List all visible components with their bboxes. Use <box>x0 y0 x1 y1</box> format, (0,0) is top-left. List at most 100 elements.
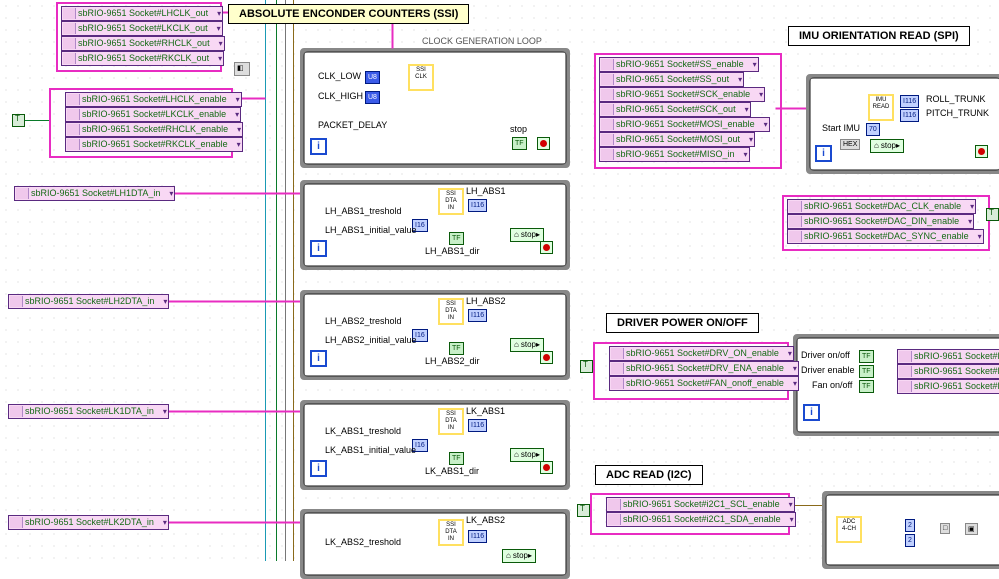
u8-low: U8 <box>365 71 380 84</box>
adc-node-1: □ <box>940 523 950 534</box>
loop-stop-imu[interactable] <box>975 145 988 158</box>
label-lk-abs2: LK_ABS2 <box>466 515 505 525</box>
section-title-ssi: ABSOLUTE ENCONDER COUNTERS (SSI) <box>228 4 469 24</box>
imu-read-subvi[interactable]: IMU READ <box>868 94 894 121</box>
label-lh2-dir: LH_ABS2_dir <box>425 356 480 366</box>
io-rkclk-out[interactable]: sbRIO-9651 Socket#RKCLK_out <box>61 51 224 66</box>
io-lkclk-out[interactable]: sbRIO-9651 Socket#LKCLK_out <box>61 21 223 36</box>
bool-true-1 <box>12 114 25 127</box>
label-clk-high: CLK_HIGH <box>318 91 363 101</box>
io-fan[interactable]: sbRIO-9651 Socket#FAN_onoff_enable <box>609 376 799 391</box>
io-miso-in[interactable]: sbRIO-9651 Socket#MISO_in <box>599 147 750 162</box>
iter-clk: i <box>310 138 327 155</box>
label-clk-low: CLK_LOW <box>318 71 361 81</box>
label-lk2-th: LK_ABS2_treshold <box>325 537 401 547</box>
loop-stop-lh2[interactable] <box>540 351 553 364</box>
u8-high: U8 <box>365 91 380 104</box>
label-lh-abs1: LH_ABS1 <box>466 186 506 196</box>
io-lk2dta-in[interactable]: sbRIO-9651 Socket#LK2DTA_in <box>8 515 169 530</box>
stop-lh2[interactable]: stop▸ <box>510 338 544 352</box>
iter-lh1: i <box>310 240 327 257</box>
label-packet-delay: PACKET_DELAY <box>318 120 387 130</box>
io-i2c-sda[interactable]: sbRIO-9651 Socket#i2C1_SDA_enable <box>606 512 796 527</box>
io-i2c-scl[interactable]: sbRIO-9651 Socket#i2C1_SCL_enable <box>606 497 795 512</box>
section-title-driver: DRIVER POWER ON/OFF <box>606 313 759 333</box>
iter-imu: i <box>815 145 832 162</box>
ssi-clk-subvi[interactable]: SSI CLK <box>408 64 434 91</box>
loop-stop-clk[interactable] <box>537 137 550 150</box>
section-title-imu: IMU ORIENTATION READ (SPI) <box>788 26 970 46</box>
imu-70: 70 <box>866 123 880 136</box>
adc-4ch-subvi: ADC 4-CH <box>836 516 862 543</box>
lk1-i116: I116 <box>468 419 487 432</box>
bool-true-drv <box>580 360 593 373</box>
io-lh2dta-in[interactable]: sbRIO-9651 Socket#LH2DTA_in <box>8 294 169 309</box>
label-drv-on: Driver on/off <box>801 350 850 360</box>
io-lhclk-enable[interactable]: sbRIO-9651 Socket#LHCLK_enable <box>65 92 242 107</box>
label-lk1-th: LK_ABS1_treshold <box>325 426 401 436</box>
iter-lk1: i <box>310 460 327 477</box>
stop-imu[interactable]: stop▸ <box>870 139 904 153</box>
lh1-i116: I116 <box>468 199 487 212</box>
io-lh1dta-in[interactable]: sbRIO-9651 Socket#LH1DTA_in <box>14 186 175 201</box>
io-ss-out[interactable]: sbRIO-9651 Socket#SS_out <box>599 72 744 87</box>
ssi-dta-in-2[interactable]: SSI DTA IN <box>438 298 464 325</box>
label-drv-en: Driver enable <box>801 365 855 375</box>
drv-on-tf: TF <box>859 350 874 363</box>
label-roll: ROLL_TRUNK <box>926 94 986 104</box>
lh2-i116: I116 <box>468 309 487 322</box>
label-fan: Fan on/off <box>812 380 852 390</box>
bool-true-i2c <box>577 504 590 517</box>
adc-two-a: 2 <box>905 519 915 532</box>
drv-en-tf: TF <box>859 365 874 378</box>
label-lh2-th: LH_ABS2_treshold <box>325 316 402 326</box>
roll-i116: I116 <box>900 95 919 108</box>
bool-true-dac <box>986 208 999 221</box>
io-ss-enable[interactable]: sbRIO-9651 Socket#SS_enable <box>599 57 759 72</box>
adc-two-b: 2 <box>905 534 915 547</box>
io-drv-ena[interactable]: sbRIO-9651 Socket#DRV_ENA_enable <box>609 361 799 376</box>
io-rkclk-enable[interactable]: sbRIO-9651 Socket#RKCLK_enable <box>65 137 243 152</box>
ssi-dta-in-1[interactable]: SSI DTA IN <box>438 188 464 215</box>
lh1-tf: TF <box>449 232 464 245</box>
loop-stop-lk1[interactable] <box>540 461 553 474</box>
clock-generation-loop <box>300 48 570 168</box>
io-sck-enable[interactable]: sbRIO-9651 Socket#SCK_enable <box>599 87 765 102</box>
label-pitch: PITCH_TRUNK <box>926 108 989 118</box>
ssi-dta-in-3[interactable]: SSI DTA IN <box>438 408 464 435</box>
adc-node-2: ▣ <box>965 523 978 535</box>
lk2-i116: I116 <box>468 530 487 543</box>
label-lh1-th: LH_ABS1_treshold <box>325 206 402 216</box>
label-stop-clk: stop <box>510 124 527 134</box>
io-rhclk-enable[interactable]: sbRIO-9651 Socket#RHCLK_enable <box>65 122 243 137</box>
stop-lh1[interactable]: stop▸ <box>510 228 544 242</box>
io-mosi-enable[interactable]: sbRIO-9651 Socket#MOSI_enable <box>599 117 770 132</box>
io-mosi-out[interactable]: sbRIO-9651 Socket#MOSI_out <box>599 132 755 147</box>
iter-lh2: i <box>310 350 327 367</box>
io-lkclk-enable[interactable]: sbRIO-9651 Socket#LKCLK_enable <box>65 107 241 122</box>
ssi-dta-in-4[interactable]: SSI DTA IN <box>438 519 464 546</box>
imu-hex: HEX <box>840 139 860 150</box>
iter-drv: i <box>803 404 820 421</box>
io-rhclk-out[interactable]: sbRIO-9651 Socket#RHCLK_out <box>61 36 225 51</box>
case-selector[interactable]: ◧ <box>234 62 250 76</box>
io-drv-r2[interactable]: sbRIO-9651 Socket#D <box>897 364 999 379</box>
stop-lk1[interactable]: stop▸ <box>510 448 544 462</box>
io-drv-r3[interactable]: sbRIO-9651 Socket#Fa <box>897 379 999 394</box>
io-drv-r1[interactable]: sbRIO-9651 Socket#D <box>897 349 999 364</box>
io-dac-din[interactable]: sbRIO-9651 Socket#DAC_DIN_enable <box>787 214 974 229</box>
io-sck-out[interactable]: sbRIO-9651 Socket#SCK_out <box>599 102 751 117</box>
io-lk1dta-in[interactable]: sbRIO-9651 Socket#LK1DTA_in <box>8 404 169 419</box>
io-drv-on[interactable]: sbRIO-9651 Socket#DRV_ON_enable <box>609 346 794 361</box>
pitch-i116: I116 <box>900 109 919 122</box>
clk-stop-tf: TF <box>512 137 527 150</box>
loop-stop-lh1[interactable] <box>540 241 553 254</box>
io-dac-clk[interactable]: sbRIO-9651 Socket#DAC_CLK_enable <box>787 199 976 214</box>
io-dac-sync[interactable]: sbRIO-9651 Socket#DAC_SYNC_enable <box>787 229 984 244</box>
io-lhclk-out[interactable]: sbRIO-9651 Socket#LHCLK_out <box>61 6 223 21</box>
label-lh-abs2: LH_ABS2 <box>466 296 506 306</box>
label-lk1-dir: LK_ABS1_dir <box>425 466 479 476</box>
fan-tf: TF <box>859 380 874 393</box>
label-lk1-iv: LK_ABS1_initial_value <box>325 445 416 455</box>
clock-loop-label: CLOCK GENERATION LOOP <box>422 36 542 46</box>
